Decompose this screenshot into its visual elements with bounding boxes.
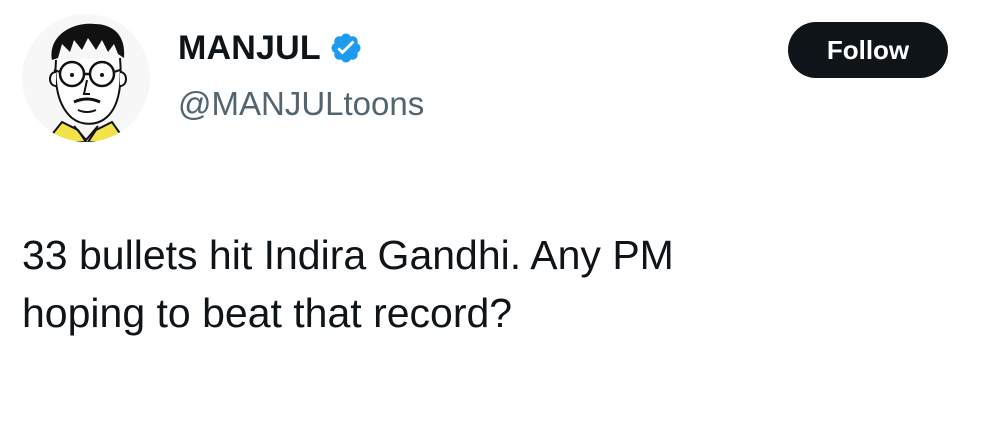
- verified-badge-icon: [329, 31, 363, 65]
- author-display-name[interactable]: MANJUL: [178, 28, 321, 68]
- author-name-row: MANJUL: [178, 28, 363, 68]
- tweet-text-line: hoping to beat that record?: [22, 290, 513, 336]
- author-handle[interactable]: @MANJULtoons: [178, 84, 424, 124]
- tweet-text-line: 33 bullets hit Indira Gandhi. Any PM: [22, 232, 674, 278]
- follow-button[interactable]: Follow: [788, 22, 948, 78]
- author-avatar[interactable]: [22, 14, 150, 142]
- tweet-text: 33 bullets hit Indira Gandhi. Any PM hop…: [22, 226, 962, 342]
- cartoon-face-icon: [44, 23, 128, 142]
